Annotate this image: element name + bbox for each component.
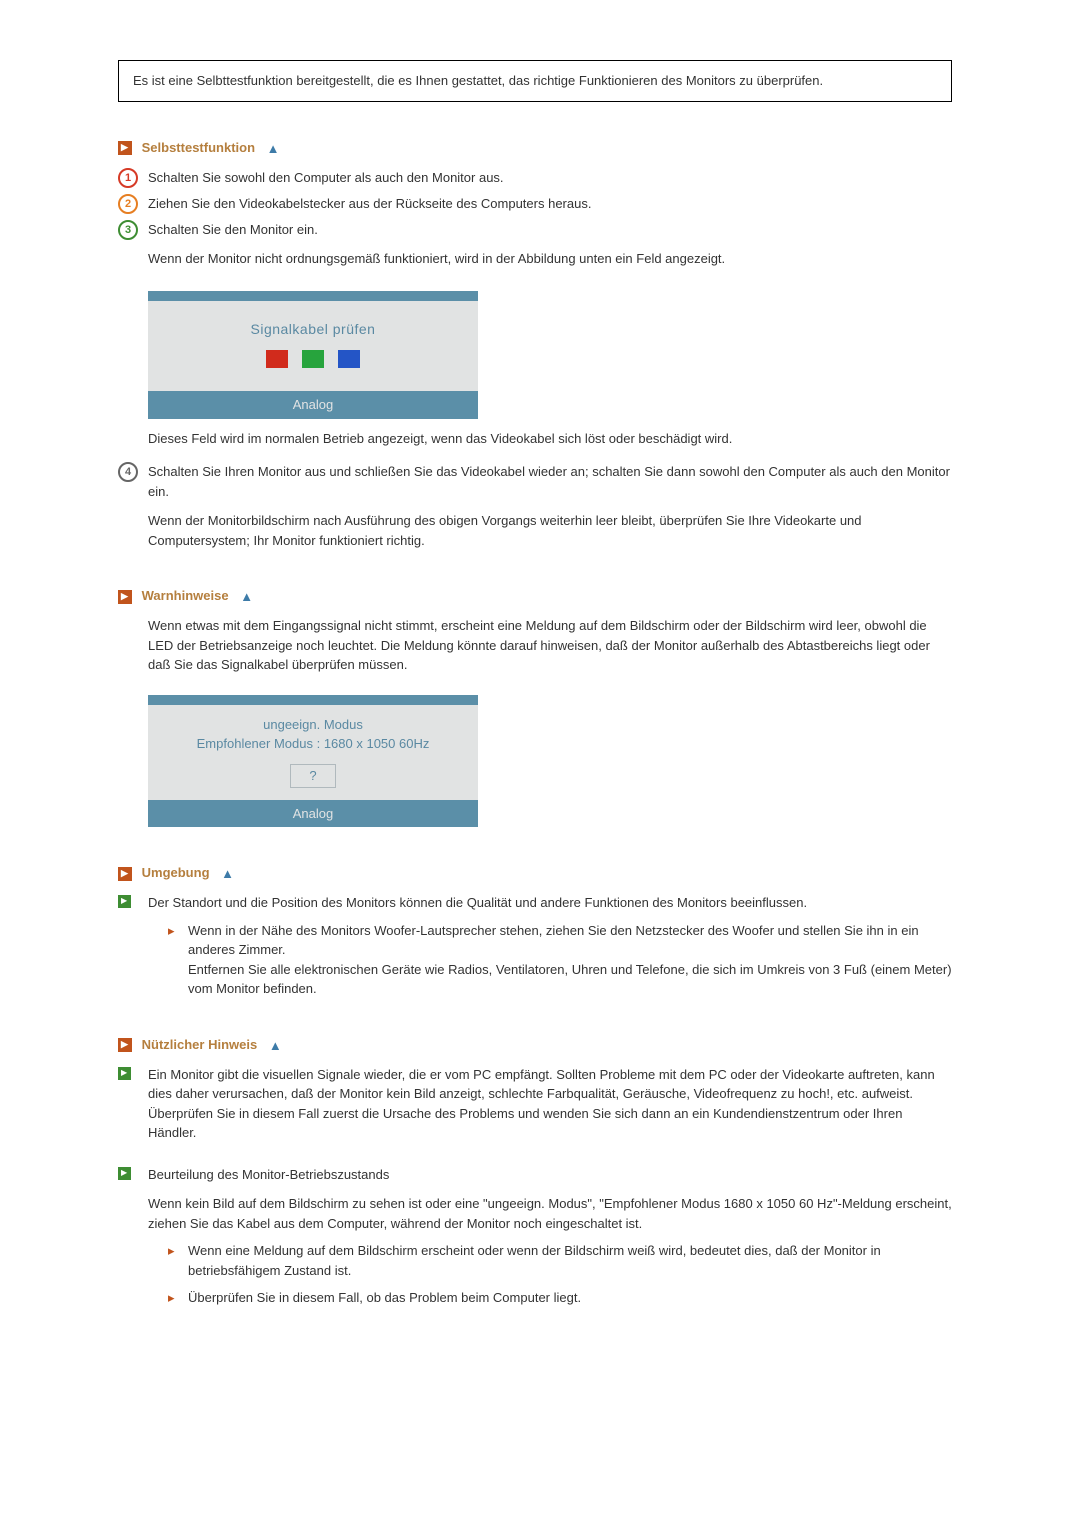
warnings-body: Wenn etwas mit dem Eingangssignal nicht … — [118, 616, 952, 827]
section-title: Warnhinweise — [142, 588, 229, 603]
step-1: 1 Schalten Sie sowohl den Computer als a… — [118, 168, 952, 188]
osd-line2: Empfohlener Modus : 1680 x 1050 60Hz — [158, 734, 468, 754]
arrow-right-icon — [118, 141, 132, 155]
bullet-square-icon — [118, 895, 131, 908]
blue-square-icon — [338, 350, 360, 368]
section-useful-hint-heading: Nützlicher Hinweis ▲ — [118, 1037, 952, 1053]
goto-top-icon[interactable]: ▲ — [269, 1038, 282, 1053]
list-item: Der Standort und die Position des Monito… — [118, 893, 952, 999]
step-4: 4 Schalten Sie Ihren Monitor aus und sch… — [118, 462, 952, 550]
goto-top-icon[interactable]: ▲ — [221, 866, 234, 881]
arrow-right-icon: ▸ — [168, 921, 188, 941]
sub-list-text: Wenn eine Meldung auf dem Bildschirm ers… — [188, 1241, 952, 1280]
bullet-square-icon — [118, 1167, 131, 1180]
step-subtext: Wenn der Monitorbildschirm nach Ausführu… — [148, 511, 952, 550]
arrow-right-icon: ▸ — [168, 1241, 188, 1261]
sub-list-item: ▸ Überprüfen Sie in diesem Fall, ob das … — [168, 1288, 952, 1308]
step-text: Schalten Sie sowohl den Computer als auc… — [148, 168, 952, 188]
arrow-right-icon — [118, 867, 132, 881]
section-title: Nützlicher Hinweis — [142, 1037, 258, 1052]
list-text: Beurteilung des Monitor-Betriebszustands — [148, 1165, 952, 1185]
osd-dialog-signalcable: Signalkabel prüfen Analog — [148, 291, 478, 419]
osd-title: Signalkabel prüfen — [148, 319, 478, 340]
step-text: Schalten Sie den Monitor ein. — [148, 220, 952, 240]
arrow-right-icon — [118, 590, 132, 604]
section-environment-heading: Umgebung ▲ — [118, 865, 952, 881]
green-square-icon — [302, 350, 324, 368]
bullet-square-icon — [118, 1067, 131, 1080]
step-2: 2 Ziehen Sie den Videokabelstecker aus d… — [118, 194, 952, 214]
goto-top-icon[interactable]: ▲ — [240, 589, 253, 604]
goto-top-icon[interactable]: ▲ — [267, 141, 280, 156]
list-text: Der Standort und die Position des Monito… — [148, 893, 952, 913]
step-text: Ziehen Sie den Videokabelstecker aus der… — [148, 194, 952, 214]
list-subtext: Wenn kein Bild auf dem Bildschirm zu seh… — [148, 1194, 952, 1233]
step-3: 3 Schalten Sie den Monitor ein. Wenn der… — [118, 220, 952, 449]
sub-list-item: ▸ Wenn eine Meldung auf dem Bildschirm e… — [168, 1241, 952, 1280]
sub-list-text: Überprüfen Sie in diesem Fall, ob das Pr… — [188, 1288, 952, 1308]
section-warnings-heading: Warnhinweise ▲ — [118, 588, 952, 604]
osd-line1: ungeeign. Modus — [158, 715, 468, 735]
section-title: Umgebung — [142, 865, 210, 880]
step-number-icon: 1 — [118, 168, 138, 188]
arrow-right-icon: ▸ — [168, 1288, 188, 1308]
list-item: Ein Monitor gibt die visuellen Signale w… — [118, 1065, 952, 1143]
sub-list-text2: Entfernen Sie alle elektronischen Geräte… — [188, 960, 952, 999]
step-text: Schalten Sie Ihren Monitor aus und schli… — [148, 462, 952, 501]
rgb-indicator — [148, 350, 478, 374]
intro-text: Es ist eine Selbttestfunktion bereitgest… — [133, 73, 823, 88]
list-text: Ein Monitor gibt die visuellen Signale w… — [148, 1065, 952, 1143]
osd-bottom-label: Analog — [148, 391, 478, 419]
arrow-right-icon — [118, 1038, 132, 1052]
section-title: Selbsttestfunktion — [142, 140, 255, 155]
osd-dialog-mode: ungeeign. Modus Empfohlener Modus : 1680… — [148, 695, 478, 828]
section-selftest-heading: Selbsttestfunktion ▲ — [118, 140, 952, 156]
osd-bottom-label: Analog — [148, 800, 478, 828]
step-aftertext: Dieses Feld wird im normalen Betrieb ang… — [148, 429, 952, 449]
step-number-icon: 2 — [118, 194, 138, 214]
step-number-icon: 3 — [118, 220, 138, 240]
sub-list-item: ▸ Wenn in der Nähe des Monitors Woofer-L… — [168, 921, 952, 999]
osd-question-button: ? — [290, 764, 336, 788]
warnings-text: Wenn etwas mit dem Eingangssignal nicht … — [148, 616, 952, 675]
list-item: Beurteilung des Monitor-Betriebszustands… — [118, 1165, 952, 1308]
sub-list-text: Wenn in der Nähe des Monitors Woofer-Lau… — [188, 921, 952, 960]
red-square-icon — [266, 350, 288, 368]
intro-box: Es ist eine Selbttestfunktion bereitgest… — [118, 60, 952, 102]
step-subtext: Wenn der Monitor nicht ordnungsgemäß fun… — [148, 249, 952, 269]
step-number-icon: 4 — [118, 462, 138, 482]
